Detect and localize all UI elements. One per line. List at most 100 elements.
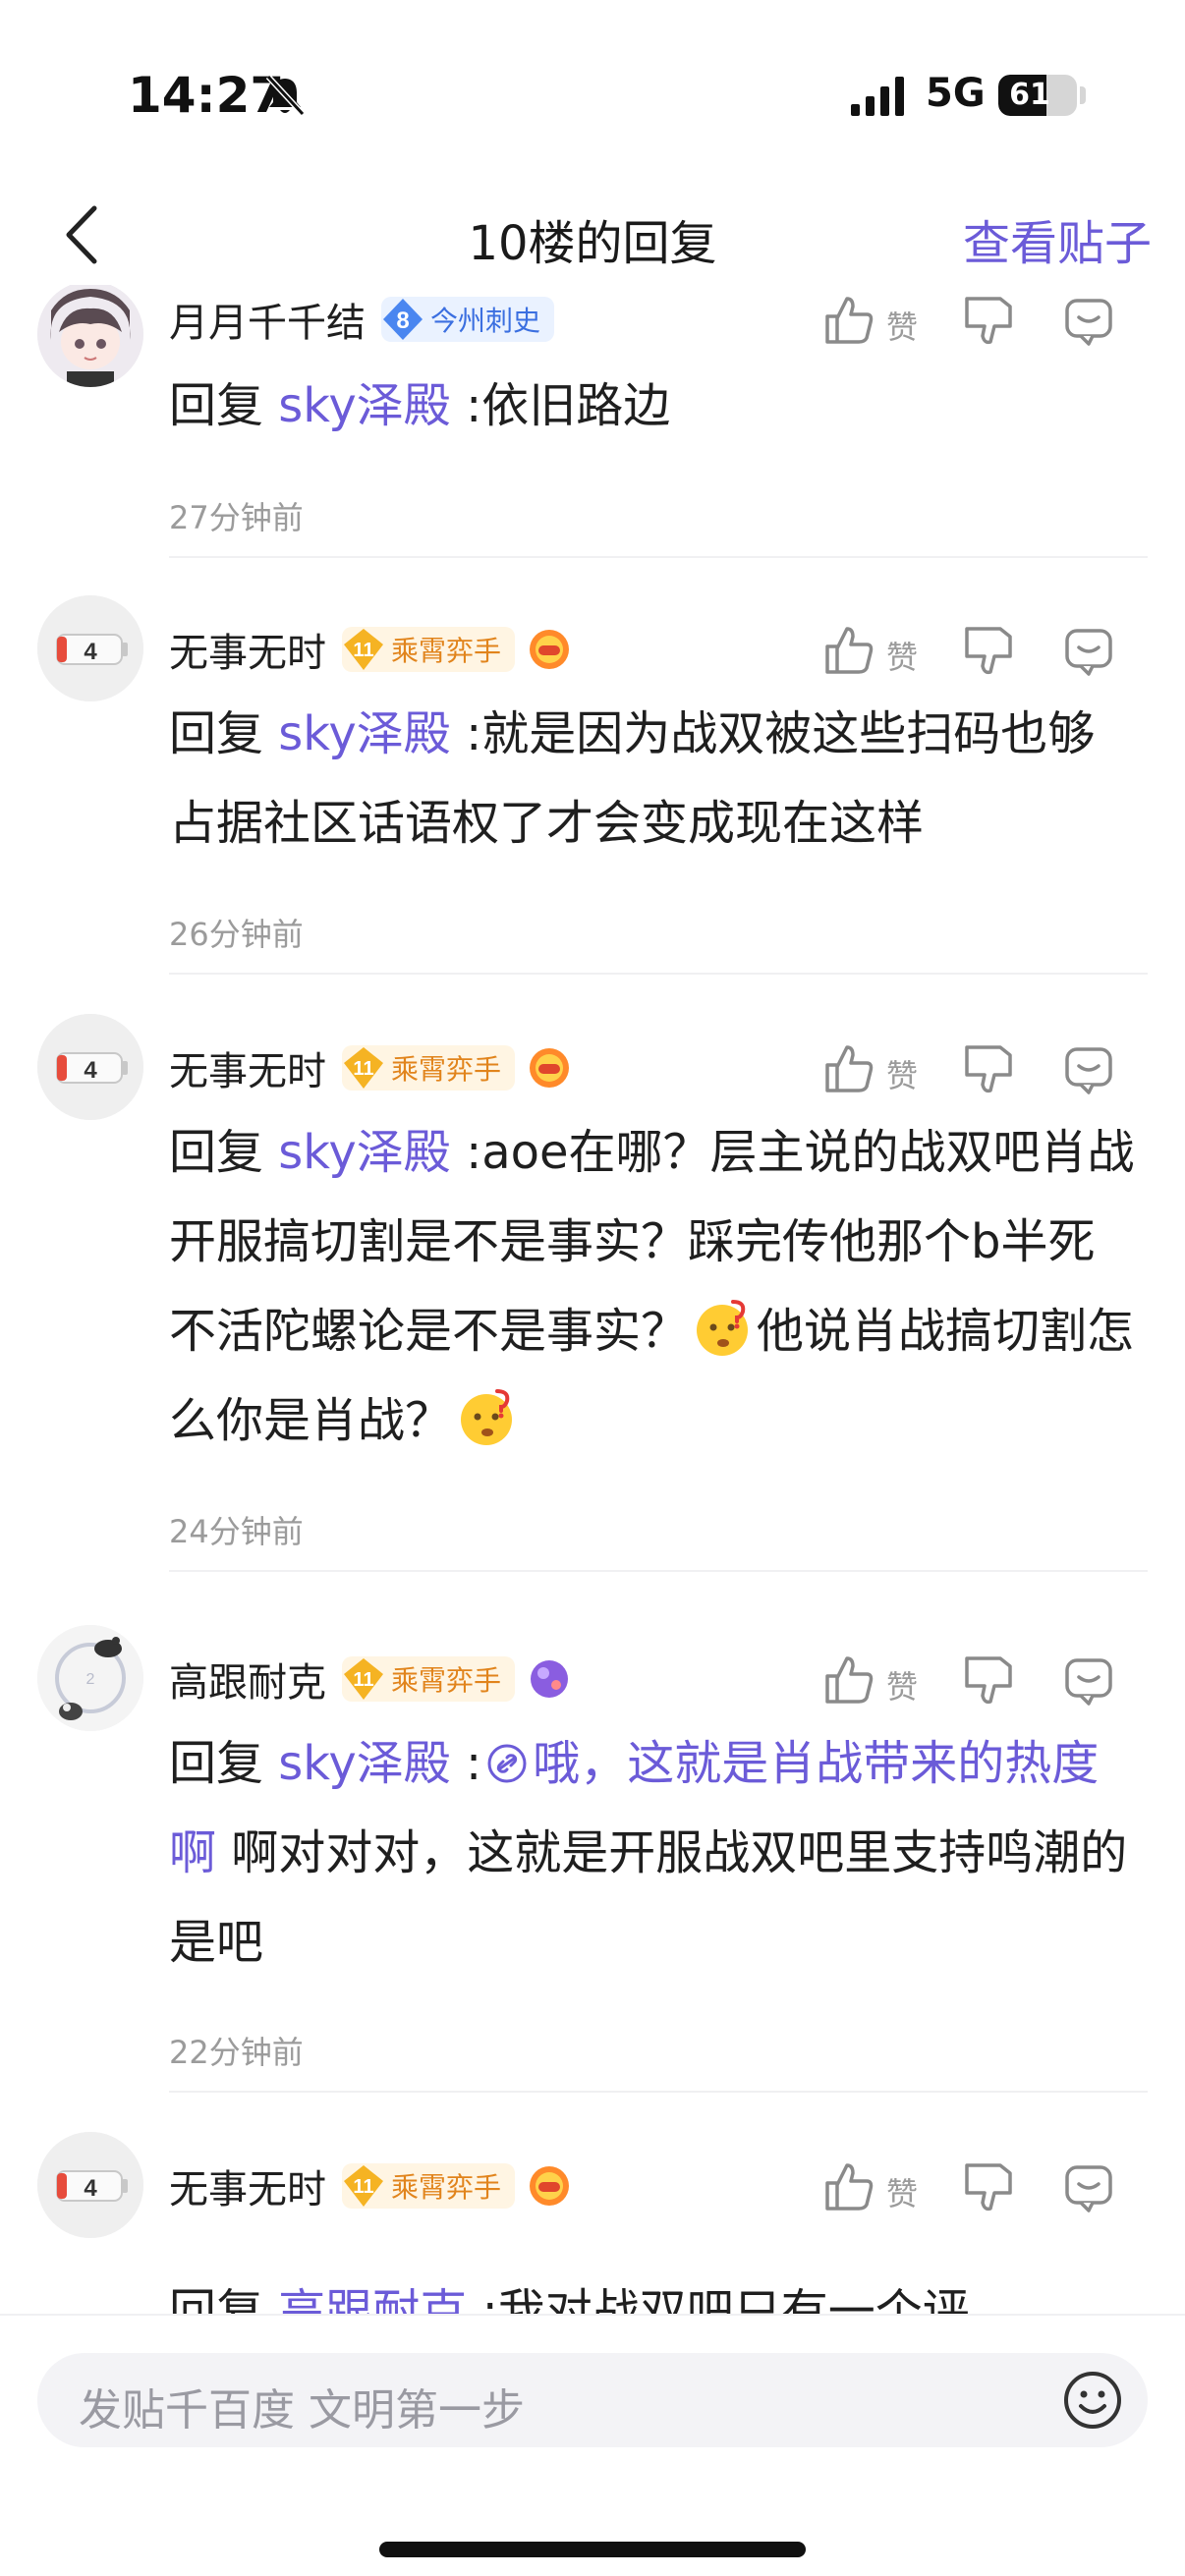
badge-level: 11 (353, 1669, 373, 1691)
avatar-text: 4 (84, 1057, 97, 1084)
comment-actions: 赞 (821, 1645, 1185, 1713)
user-line: 无事无时 11 乘霄弈手 (169, 1034, 572, 1102)
thumbs-down-icon[interactable] (961, 1041, 1016, 1096)
badge-level: 8 (396, 308, 409, 334)
diamond-level-icon: 11 (344, 1658, 383, 1700)
reply-prefix: 回复 (169, 706, 264, 761)
username[interactable]: 高跟耐克 (169, 1651, 326, 1708)
username[interactable]: 无事无时 (169, 2157, 326, 2214)
mention-link[interactable]: sky泽殿 (278, 1736, 451, 1791)
network-type: 5G (926, 71, 986, 116)
divider (169, 2091, 1148, 2093)
comment-body: 啊对对对，这就是开服战双吧里支持鸣潮的是吧 (169, 1825, 1128, 1970)
thumbs-up-icon[interactable] (821, 623, 876, 678)
reply-prefix: 回复 (169, 2284, 264, 2314)
reply-prefix: 回复 (169, 378, 264, 433)
level-badge: 11 乘霄弈手 (342, 2163, 516, 2209)
reply-list: 月月千千结 8 今州刺史 赞 回复 sky泽殿:依旧路边 27分钟前 4 无事… (0, 285, 1185, 2314)
home-indicator[interactable] (379, 2542, 806, 2557)
level-badge: 11 乘霄弈手 (342, 627, 516, 672)
like-label[interactable]: 赞 (886, 303, 918, 348)
mention-link[interactable]: sky泽殿 (278, 378, 451, 433)
nav-bar: 10楼的回复 查看贴子 (0, 187, 1185, 285)
reply-prefix: 回复 (169, 1736, 264, 1791)
comment-text: 回复 sky泽殿 :就是因为战双被这些扫码也够占据社区话语权了才会变成现在这样 (169, 690, 1142, 868)
user-line: 月月千千结 8 今州刺史 (169, 285, 555, 354)
avatar[interactable]: 2 (37, 1625, 143, 1731)
status-bar: 14:27 5G 61 (0, 0, 1185, 187)
thumbs-down-icon[interactable] (961, 1652, 1016, 1708)
thumbs-down-icon[interactable] (961, 623, 1016, 678)
thumbs-up-icon[interactable] (821, 1652, 876, 1708)
avatar[interactable] (37, 285, 143, 387)
level-badge: 11 乘霄弈手 (342, 1656, 516, 1702)
link-icon (487, 1744, 527, 1783)
comment-bubble-icon[interactable] (1061, 2159, 1116, 2214)
mention-link[interactable]: 高跟耐克 (278, 2284, 467, 2314)
user-line: 无事无时 11 乘霄弈手 (169, 2152, 572, 2220)
like-label[interactable]: 赞 (886, 2169, 918, 2214)
comment-body: :依旧路边 (466, 378, 671, 433)
game-controller-medal-icon (530, 1048, 570, 1088)
avatar[interactable]: 4 (37, 1014, 143, 1120)
mention-link[interactable]: sky泽殿 (278, 1125, 451, 1180)
thumbs-down-icon[interactable] (961, 2159, 1016, 2214)
like-label[interactable]: 赞 (886, 1662, 918, 1708)
post-input[interactable]: 发贴千百度 文明第一步 (37, 2353, 1148, 2447)
comment-text: 回复 高跟耐克 :我对战双吧只有一个评 (169, 2268, 1142, 2314)
like-label[interactable]: 赞 (886, 633, 918, 678)
divider (169, 1570, 1148, 1572)
comment-time: 22分钟前 (169, 2034, 304, 2071)
comment-bubble-icon[interactable] (1061, 623, 1116, 678)
avatar-text: 4 (84, 639, 97, 665)
comment-text: 回复 sky泽殿 : 哦，这就是肖战带来的热度啊 啊对对对，这就是开服战双吧里支… (169, 1736, 1128, 1970)
diamond-level-icon: 11 (344, 1047, 383, 1089)
divider (169, 556, 1148, 558)
comment-time: 26分钟前 (169, 916, 304, 953)
mention-link[interactable]: sky泽殿 (278, 706, 451, 761)
username[interactable]: 月月千千结 (169, 291, 366, 348)
comment-time: 24分钟前 (169, 1513, 304, 1550)
comment-bubble-icon[interactable] (1061, 293, 1116, 348)
battery-percent: 61 (1009, 78, 1050, 112)
level-badge: 8 今州刺史 (381, 297, 555, 342)
bell-muted-icon (265, 74, 306, 117)
username[interactable]: 无事无时 (169, 1039, 326, 1096)
comment-bubble-icon[interactable] (1061, 1041, 1116, 1096)
badge-title: 乘霄弈手 (391, 2171, 502, 2204)
reply-prefix: 回复 (169, 1125, 264, 1180)
like-label[interactable]: 赞 (886, 1051, 918, 1096)
status-time: 14:27 (128, 67, 285, 124)
diamond-level-icon: 11 (344, 629, 383, 670)
thumbs-up-icon[interactable] (821, 293, 876, 348)
signal-icon (851, 77, 904, 116)
badge-level: 11 (353, 1058, 373, 1080)
badge-level: 11 (353, 640, 373, 661)
username[interactable]: 无事无时 (169, 621, 326, 678)
battery-icon: 61 (998, 75, 1077, 116)
thumbs-down-icon[interactable] (961, 293, 1016, 348)
user-line: 无事无时 11 乘霄弈手 (169, 615, 572, 684)
comment-actions: 赞 (821, 285, 1185, 354)
comment-bubble-icon[interactable] (1061, 1652, 1116, 1708)
badge-title: 乘霄弈手 (391, 635, 502, 667)
user-line: 高跟耐克 11 乘霄弈手 (169, 1645, 572, 1713)
thumbs-up-icon[interactable] (821, 1041, 876, 1096)
avatar[interactable]: 4 (37, 595, 143, 701)
emoji-smile-icon[interactable] (1061, 2369, 1124, 2432)
diamond-level-icon: 8 (383, 299, 423, 340)
thumbs-up-icon[interactable] (821, 2159, 876, 2214)
divider (169, 973, 1148, 975)
thinking-emoji-icon (461, 1389, 513, 1445)
avatar-text: 4 (84, 2175, 97, 2202)
avatar[interactable]: 4 (37, 2132, 143, 2238)
comment-actions: 赞 (821, 2152, 1185, 2220)
badge-level: 11 (353, 2176, 373, 2198)
battery-cap (1080, 86, 1086, 104)
comment-text: 回复 sky泽殿 :aoe在哪？层主说的战双吧肖战开服搞切割是不是事实？踩完传他… (169, 1108, 1142, 1466)
view-post-link[interactable]: 查看贴子 (963, 204, 1152, 273)
level-badge: 11 乘霄弈手 (342, 1045, 516, 1091)
comment-actions: 赞 (821, 615, 1185, 684)
purple-orb-medal-icon (531, 1660, 569, 1698)
comment-body: :我对战双吧只有一个评 (481, 2284, 970, 2314)
